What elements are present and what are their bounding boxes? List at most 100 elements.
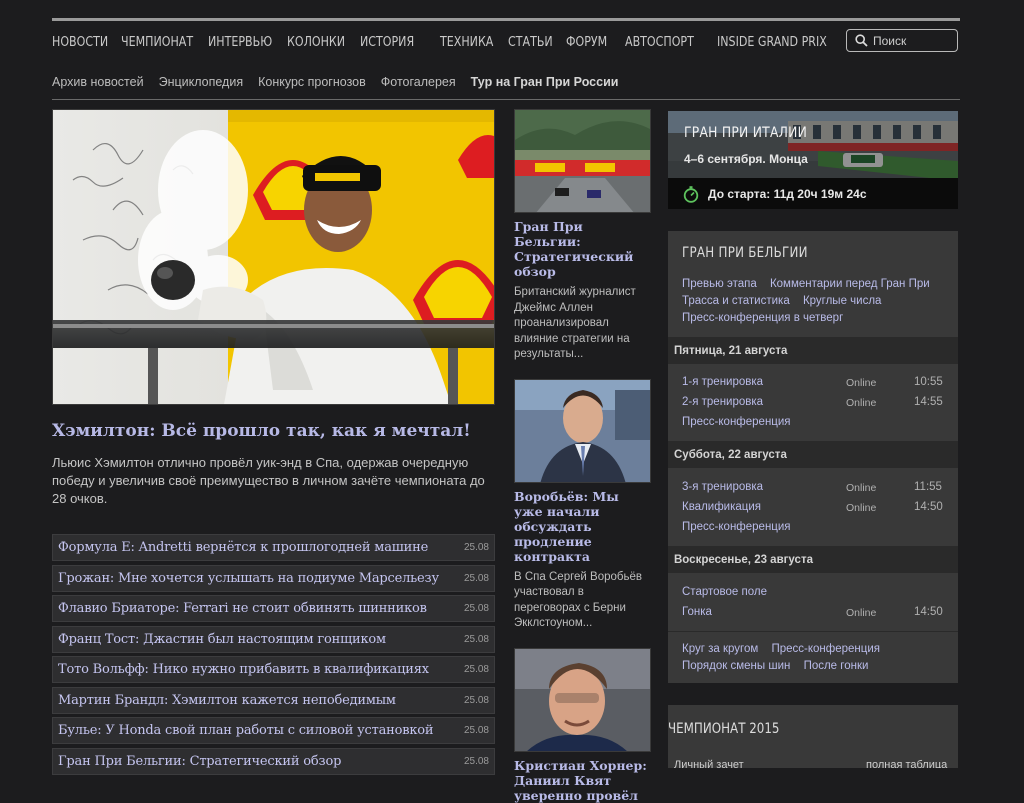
middle-column: Гран При Бельгии: Стратегический обзор Б… <box>514 109 651 803</box>
session-row[interactable]: 2-я тренировка Online 14:55 <box>682 396 952 412</box>
session-status: Online <box>846 607 877 619</box>
day-label: Суббота, 22 августа <box>674 448 787 461</box>
news-title[interactable]: Гран При Бельгии: Стратегический обзор <box>58 754 341 769</box>
session-name[interactable]: 1-я тренировка <box>682 376 763 388</box>
day-label: Пятница, 21 августа <box>674 344 788 357</box>
news-title[interactable]: Формула E: Andretti вернётся к прошлогод… <box>58 540 428 555</box>
hero-lead: Льюис Хэмилтон отлично провёл уик-энд в … <box>52 455 485 506</box>
day-header: Суббота, 22 августа <box>668 441 958 468</box>
news-title[interactable]: Грожан: Мне хочется услышать на подиуме … <box>58 571 439 586</box>
session-time: 14:50 <box>914 501 943 513</box>
session-status: Online <box>846 502 877 514</box>
news-row[interactable]: Флавио Бриаторе: Ferrari не стоит обвиня… <box>52 595 495 622</box>
story-thumbnail[interactable] <box>514 378 651 483</box>
news-title[interactable]: Франц Тост: Джастин был настоящим гонщик… <box>58 632 386 647</box>
subnav-photo-gallery[interactable]: Фотогалерея <box>381 75 456 89</box>
subnav-encyclopedia[interactable]: Энциклопедия <box>159 75 244 89</box>
session-name[interactable]: Пресс-конференция <box>682 416 791 428</box>
session-row[interactable]: Пресс-конференция <box>682 416 952 432</box>
next-gp-banner[interactable]: ГРАН ПРИ ИТАЛИИ 4–6 сентября. Монца До с… <box>668 111 958 209</box>
session-row[interactable]: 1-я тренировка Online 10:55 <box>682 376 952 392</box>
session-name[interactable]: Стартовое поле <box>682 586 767 598</box>
championship-title[interactable]: ЧЕМПИОНАТ 2015 <box>668 721 779 737</box>
news-date: 25.08 <box>463 542 489 553</box>
news-date: 25.08 <box>463 633 489 645</box>
championship-full-table-link[interactable]: полная таблица <box>866 759 947 768</box>
panel-title[interactable]: ГРАН ПРИ БЕЛЬГИИ <box>682 245 808 261</box>
news-row[interactable]: Мартин Брандл: Хэмилтон кажется непобеди… <box>52 686 495 714</box>
link-tyre-order[interactable]: Порядок смены шин <box>682 660 790 672</box>
nav-forum[interactable]: ФОРУМ <box>566 34 607 50</box>
story-title[interactable]: Воробьёв: Мы уже начали обсуждать продле… <box>514 489 651 564</box>
nav-columns[interactable]: КОЛОНКИ <box>287 34 345 50</box>
nav-articles[interactable]: СТАТЬИ <box>508 34 553 50</box>
session-name[interactable]: Пресс-конференция <box>682 521 791 533</box>
championship-drivers-tab[interactable]: Личный зачет <box>674 759 744 768</box>
link-round-numbers[interactable]: Круглые числа <box>803 295 882 307</box>
hero-headline[interactable]: Хэмилтон: Всё прошло так, как я мечтал! <box>52 421 495 441</box>
nav-interviews[interactable]: ИНТЕРВЬЮ <box>208 34 272 50</box>
story-thumbnail[interactable] <box>514 647 651 752</box>
link-comments[interactable]: Комментарии перед Гран При <box>770 278 930 290</box>
news-row[interactable]: Формула E: Andretti вернётся к прошлогод… <box>52 534 495 561</box>
nav-tech[interactable]: ТЕХНИКА <box>440 34 493 50</box>
subnav-news-archive[interactable]: Архив новостей <box>52 75 144 89</box>
session-row[interactable]: Квалификация Online 14:50 <box>682 501 952 517</box>
news-row[interactable]: Тото Вольфф: Нико нужно прибавить в квал… <box>52 656 495 683</box>
session-name[interactable]: 3-я тренировка <box>682 481 763 493</box>
search-box[interactable] <box>846 29 958 52</box>
news-title[interactable]: Булье: У Honda свой план работы с силово… <box>58 723 433 738</box>
nav-inside-grand-prix[interactable]: INSIDE GRAND PRIX <box>717 34 827 50</box>
hero-photo[interactable] <box>52 109 495 405</box>
session-name[interactable]: Квалификация <box>682 501 761 513</box>
session-name[interactable]: Гонка <box>682 606 712 618</box>
middle-story: Кристиан Хорнер: Даниил Квят уверенно пр… <box>514 647 651 803</box>
middle-story: Воробьёв: Мы уже начали обсуждать продле… <box>514 378 651 632</box>
day-label: Воскресенье, 23 августа <box>674 553 813 566</box>
panel-links: Превью этапа Комментарии перед Гран При … <box>682 276 952 327</box>
session-row[interactable]: 3-я тренировка Online 11:55 <box>682 481 952 497</box>
news-title[interactable]: Тото Вольфф: Нико нужно прибавить в квал… <box>58 662 429 677</box>
search-input[interactable] <box>873 33 951 48</box>
session-name[interactable]: 2-я тренировка <box>682 396 763 408</box>
subnav-russia-gp-tour[interactable]: Тур на Гран При России <box>471 75 619 89</box>
news-row[interactable]: Франц Тост: Джастин был настоящим гонщик… <box>52 625 495 653</box>
news-date: 25.08 <box>463 603 489 614</box>
link-preview[interactable]: Превью этапа <box>682 278 757 290</box>
next-gp-dates: 4–6 сентября. Монца <box>684 152 808 166</box>
news-row[interactable]: Грожан: Мне хочется услышать на подиуме … <box>52 564 495 592</box>
day-header: Пятница, 21 августа <box>668 337 958 364</box>
link-track-stats[interactable]: Трасса и статистика <box>682 295 790 307</box>
nav-news[interactable]: НОВОСТИ <box>52 34 108 50</box>
session-row[interactable]: Пресс-конференция <box>682 521 952 537</box>
news-row[interactable]: Гран При Бельгии: Стратегический обзор 25… <box>52 747 495 775</box>
news-date: 25.08 <box>463 755 489 767</box>
sub-nav: Архив новостей Энциклопедия Конкурс прог… <box>52 73 633 91</box>
nav-championship[interactable]: ЧЕМПИОНАТ <box>121 34 193 50</box>
story-thumbnail[interactable] <box>514 109 651 213</box>
nav-motorsport[interactable]: АВТОСПОРТ <box>625 34 694 50</box>
news-date: 25.08 <box>463 664 489 675</box>
news-title[interactable]: Мартин Брандл: Хэмилтон кажется непобеди… <box>58 693 396 708</box>
next-gp-title[interactable]: ГРАН ПРИ ИТАЛИИ <box>684 125 807 141</box>
main-nav: НОВОСТИ ЧЕМПИОНАТ ИНТЕРВЬЮ КОЛОНКИ ИСТОР… <box>52 30 960 54</box>
gp-schedule-panel: ГРАН ПРИ БЕЛЬГИИ Превью этапа Комментари… <box>668 231 958 683</box>
session-time: 14:55 <box>914 396 943 408</box>
link-thursday-press[interactable]: Пресс-конференция в четверг <box>682 312 843 324</box>
news-row[interactable]: Булье: У Honda свой план работы с силово… <box>52 717 495 744</box>
story-title[interactable]: Кристиан Хорнер: Даниил Квят уверенно пр… <box>514 758 651 803</box>
nav-history[interactable]: ИСТОРИЯ <box>360 34 414 50</box>
session-status: Online <box>846 482 877 494</box>
session-status: Online <box>846 397 877 409</box>
session-row[interactable]: Стартовое поле <box>682 586 952 602</box>
news-title[interactable]: Флавио Бриаторе: Ferrari не стоит обвиня… <box>58 601 427 616</box>
countdown-bar: До старта: 11д 20ч 19м 24с <box>668 178 958 209</box>
story-title[interactable]: Гран При Бельгии: Стратегический обзор <box>514 219 651 279</box>
link-press-conference[interactable]: Пресс-конференция <box>771 643 880 655</box>
link-lap-by-lap[interactable]: Круг за кругом <box>682 643 758 655</box>
subnav-predictions[interactable]: Конкурс прогнозов <box>258 75 366 89</box>
story-text: В Спа Сергей Воробьёв участвовал в перег… <box>514 570 642 630</box>
session-time: 11:55 <box>914 481 942 493</box>
session-row[interactable]: Гонка Online 14:50 <box>682 606 952 622</box>
link-after-race[interactable]: После гонки <box>804 660 869 672</box>
